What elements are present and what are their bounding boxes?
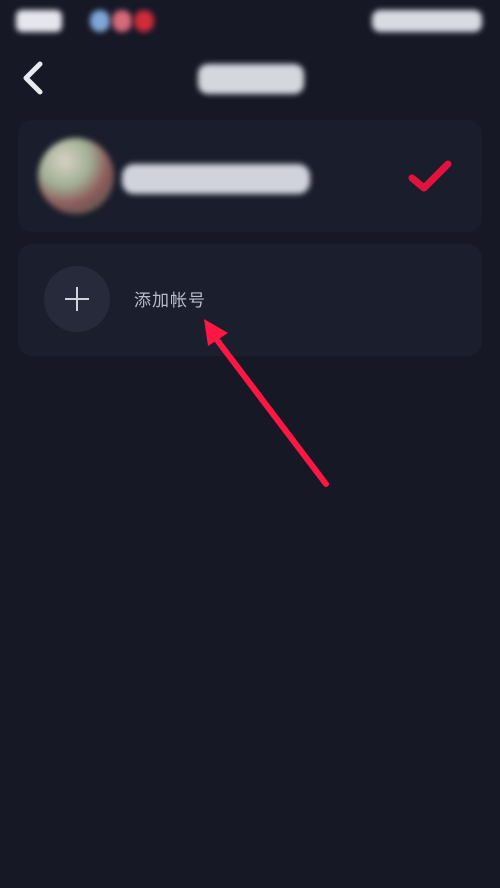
add-account-button[interactable]: 添加帐号 [18, 244, 482, 356]
checkmark-icon [408, 160, 452, 192]
header [0, 48, 500, 112]
status-icons [372, 10, 482, 32]
notification-dot [112, 10, 132, 32]
notification-dot [134, 10, 154, 32]
back-button[interactable] [12, 56, 56, 100]
account-item[interactable] [18, 120, 482, 232]
avatar [38, 138, 114, 214]
page-title [198, 64, 304, 94]
add-account-label: 添加帐号 [134, 291, 206, 311]
status-bar [0, 0, 500, 48]
account-name [122, 164, 310, 194]
chevron-left-icon [23, 61, 43, 95]
status-time [16, 10, 62, 32]
plus-icon [65, 287, 89, 311]
add-account-icon-circle [44, 266, 110, 332]
notification-dot [90, 10, 110, 32]
